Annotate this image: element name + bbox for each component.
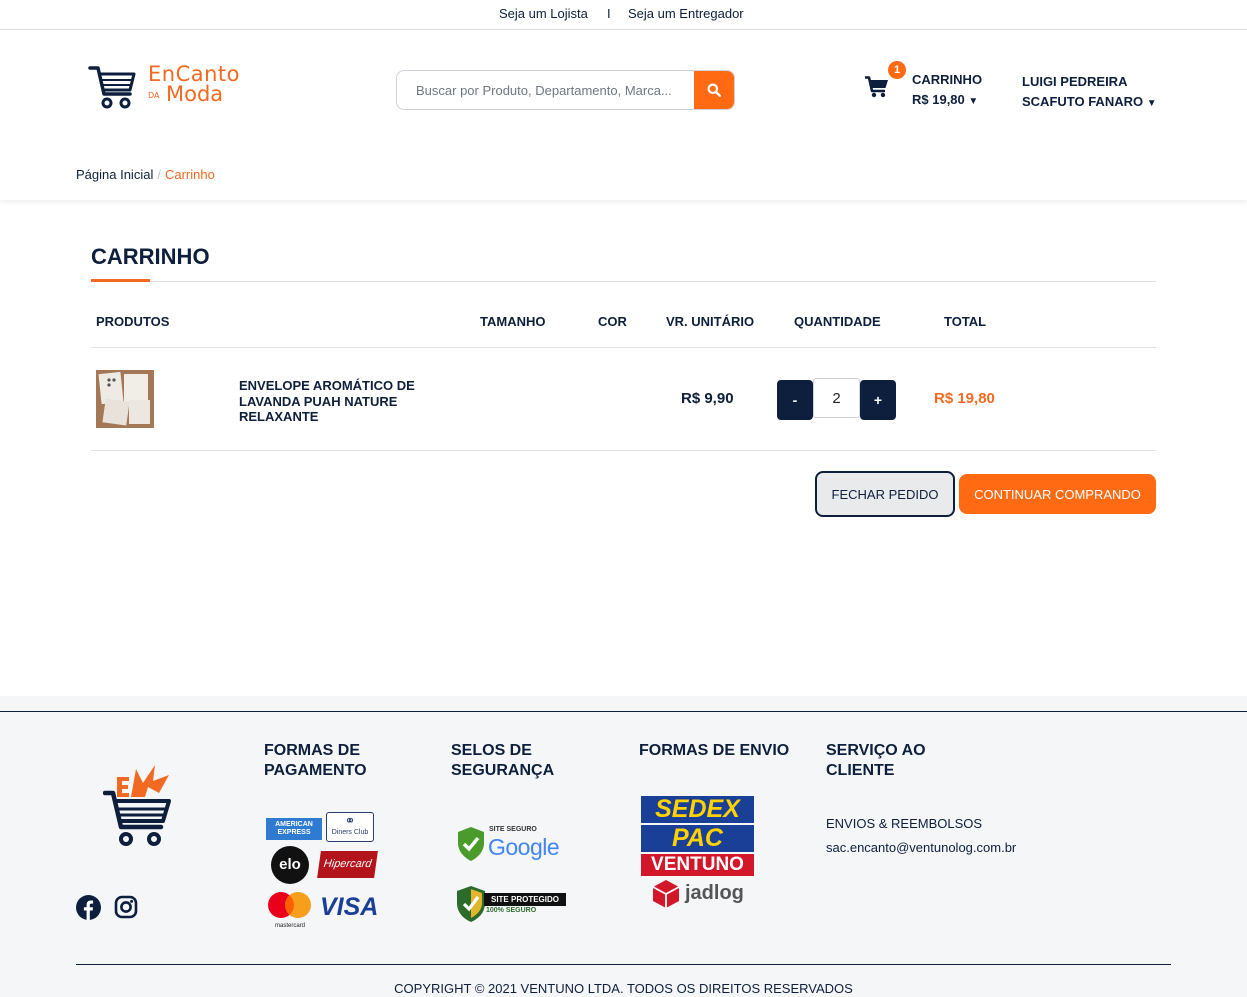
product-name-link[interactable]: ENVELOPE AROMÁTICO DE LAVANDA PUAH NATUR… xyxy=(239,378,429,425)
col-header-quantidade: QUANTIDADE xyxy=(794,314,881,329)
site-logo[interactable]: EnCanto DA Moda xyxy=(88,62,258,112)
table-row-divider xyxy=(91,450,1156,451)
amex-logo: AMERICAN EXPRESS xyxy=(266,818,322,840)
footer-top-border xyxy=(0,711,1247,712)
row-total: R$ 19,80 xyxy=(934,390,995,407)
cart-logo-icon xyxy=(88,66,136,109)
brand-logo-icon xyxy=(103,765,171,846)
instagram-icon xyxy=(114,895,138,919)
col-header-cor: COR xyxy=(598,314,627,329)
facebook-icon xyxy=(76,895,101,920)
footer-heading-servico: SERVIÇO AO CLIENTE xyxy=(826,742,926,779)
search-icon xyxy=(707,83,721,97)
jadlog-logo: jadlog xyxy=(652,879,744,914)
instagram-link[interactable] xyxy=(114,895,138,924)
breadcrumb: Página Inicial / Carrinho xyxy=(76,167,215,182)
caret-down-icon: ▼ xyxy=(1146,98,1157,109)
site-footer: FORMAS DE PAGAMENTO AMERICAN EXPRESS ⚭ Di… xyxy=(0,696,1247,997)
cart-count-badge: 1 xyxy=(888,61,906,79)
table-header-divider xyxy=(91,347,1156,348)
google-safe-site-seal: SITE SEGURO Google xyxy=(456,824,566,864)
seja-lojista-link[interactable]: Seja um Lojista xyxy=(499,6,588,21)
col-header-vr-unitario: VR. UNITÁRIO xyxy=(666,314,755,329)
cart-label: CARRINHO xyxy=(912,72,983,87)
product-image xyxy=(96,370,154,428)
page-title: CARRINHO xyxy=(91,244,210,269)
search-input[interactable] xyxy=(397,71,697,109)
fechar-pedido-button[interactable]: FECHAR PEDIDO xyxy=(815,471,955,517)
quantity-decrease-button[interactable]: - xyxy=(777,380,813,420)
footer-divider xyxy=(76,964,1171,965)
envios-reembolsos-link[interactable]: ENVIOS & REEMBOLSOS xyxy=(826,816,982,831)
user-name-line2: SCAFUTO FANARO xyxy=(1022,94,1144,109)
search-bar xyxy=(396,70,735,110)
unit-price: R$ 9,90 xyxy=(681,390,734,407)
site-header: EnCanto DA Moda 1 CARRINHO R$ 19,80 ▼ LU… xyxy=(0,30,1247,200)
site-protegido-seal: SITE PROTEGIDO 100% SEGURO xyxy=(456,885,568,923)
breadcrumb-current: Carrinho xyxy=(164,167,215,182)
footer-heading-pagamento: FORMAS DE PAGAMENTO xyxy=(264,742,367,779)
cart-total-value: R$ 19,80 xyxy=(912,92,965,107)
continuar-comprando-button[interactable]: CONTINUAR COMPRANDO xyxy=(959,474,1156,514)
cart-total-dropdown[interactable]: R$ 19,80 ▼ xyxy=(912,92,978,107)
shopping-cart-icon xyxy=(865,76,888,98)
footer-heading-envio: FORMAS DE ENVIO xyxy=(639,742,790,759)
title-accent-bar xyxy=(91,279,150,282)
support-email-link[interactable]: sac.encanto@ventunolog.com.br xyxy=(826,840,1016,855)
visa-logo: VISA xyxy=(320,893,379,921)
quantity-input[interactable] xyxy=(813,378,860,418)
diners-club-logo: ⚭ Diners Club xyxy=(326,812,374,842)
seja-entregador-link[interactable]: Seja um Entregador xyxy=(628,6,744,21)
sedex-logo: SEDEX xyxy=(641,796,754,823)
col-header-total: TOTAL xyxy=(944,314,987,329)
shipping-logos: SEDEX PAC VENTUNO xyxy=(641,796,754,876)
breadcrumb-separator: / xyxy=(157,167,161,182)
user-menu[interactable]: LUIGI PEDREIRA SCAFUTO FANARO ▼ xyxy=(1022,72,1157,114)
footer-heading-seguranca: SELOS DE SEGURANÇA xyxy=(451,742,555,779)
mastercard-logo: mastercard xyxy=(267,891,313,929)
ventuno-logo: VENTUNO xyxy=(641,854,754,876)
title-divider xyxy=(91,281,1156,282)
col-header-produtos: PRODUTOS xyxy=(96,314,170,329)
col-header-tamanho: TAMANHO xyxy=(480,314,546,329)
breadcrumb-home-link[interactable]: Página Inicial xyxy=(76,167,153,182)
user-name-line1: LUIGI PEDREIRA xyxy=(1022,74,1128,89)
elo-logo: elo xyxy=(271,846,309,884)
facebook-link[interactable] xyxy=(76,895,101,925)
quantity-increase-button[interactable]: + xyxy=(860,380,896,420)
hipercard-logo: Hipercard xyxy=(317,851,378,878)
product-thumbnail[interactable] xyxy=(96,370,154,428)
pac-logo: PAC xyxy=(641,825,754,852)
caret-down-icon: ▼ xyxy=(968,96,979,107)
logo-wordmark: EnCanto DA Moda xyxy=(148,62,241,106)
top-bar: Seja um Lojista I Seja um Entregador xyxy=(0,0,1247,30)
topbar-separator: I xyxy=(607,6,611,21)
copyright-text: COPYRIGHT © 2021 VENTUNO LTDA. TODOS OS … xyxy=(394,981,853,996)
search-button[interactable] xyxy=(694,71,734,109)
